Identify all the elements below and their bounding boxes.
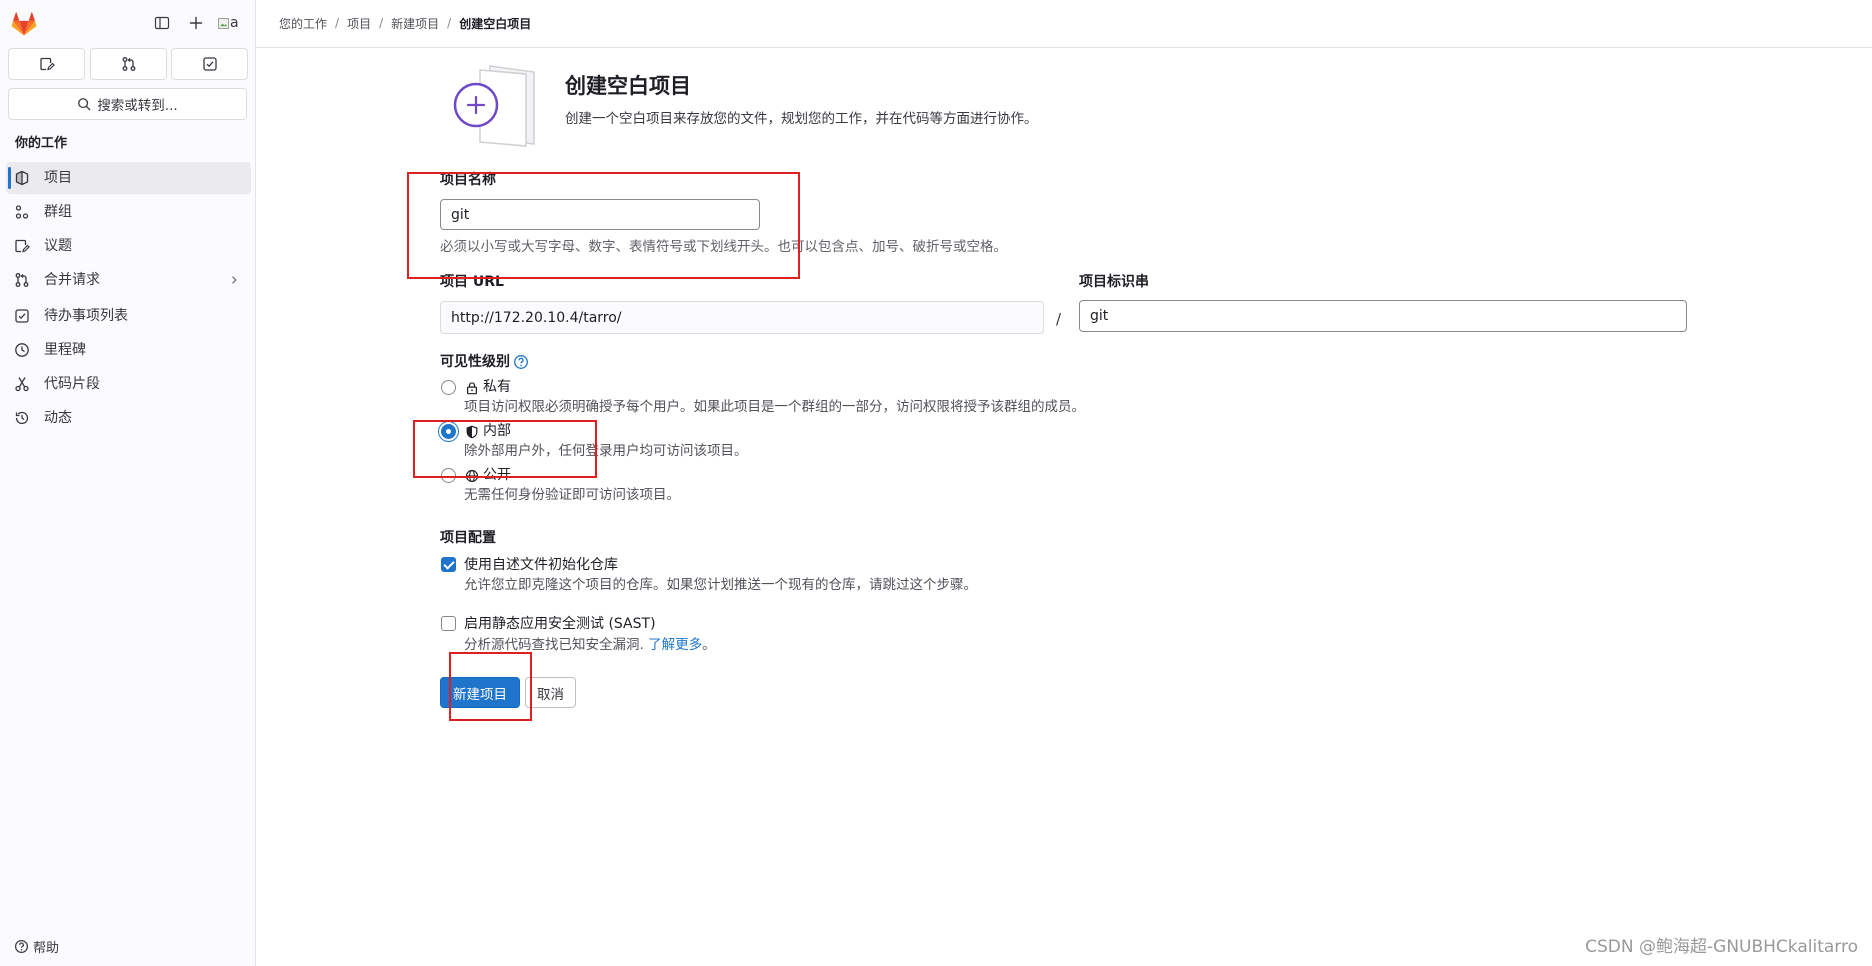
enable-sast-label[interactable]: 启用静态应用安全测试 (SAST) bbox=[464, 615, 656, 634]
visibility-internal-radio[interactable] bbox=[441, 424, 456, 439]
project-url-label: 项目 URL bbox=[440, 274, 504, 290]
globe-icon bbox=[465, 469, 479, 483]
merge-request-icon bbox=[14, 272, 30, 288]
project-slug-label: 项目标识串 bbox=[1079, 274, 1149, 290]
sidebar-item-groups[interactable]: 群组 bbox=[6, 196, 251, 228]
sidebar-item-label: 待办事项列表 bbox=[44, 308, 128, 324]
help-button[interactable]: 帮助 bbox=[14, 936, 59, 956]
chevron-right-icon bbox=[228, 274, 240, 286]
sidebar-item-snippets[interactable]: 代码片段 bbox=[6, 368, 251, 400]
breadcrumb-item[interactable]: 新建项目 bbox=[391, 15, 439, 32]
breadcrumb-separator: / bbox=[447, 16, 452, 30]
project-slug-input[interactable] bbox=[1079, 300, 1687, 332]
breadcrumb-item[interactable]: 项目 bbox=[347, 15, 371, 32]
help-icon[interactable] bbox=[513, 354, 529, 370]
enable-sast-description-suffix: 。 bbox=[702, 637, 716, 653]
create-project-button[interactable]: 新建项目 bbox=[440, 677, 520, 708]
sidebar-item-todos[interactable]: 待办事项列表 bbox=[6, 300, 251, 332]
visibility-label: 可见性级别 bbox=[440, 354, 510, 370]
search-placeholder: 搜索或转到... bbox=[97, 98, 178, 114]
sidebar-item-issues[interactable]: 议题 bbox=[6, 230, 251, 262]
group-icon bbox=[14, 204, 30, 220]
visibility-private-label[interactable]: 私有 bbox=[483, 378, 511, 397]
url-path-separator: / bbox=[1056, 310, 1062, 328]
breadcrumb-separator: / bbox=[335, 16, 340, 30]
cancel-button[interactable]: 取消 bbox=[525, 677, 576, 708]
lock-icon bbox=[465, 381, 479, 395]
project-name-input[interactable] bbox=[440, 199, 760, 230]
breadcrumb-current[interactable]: 创建空白项目 bbox=[459, 15, 531, 32]
page-description: 创建一个空白项目来存放您的文件，规划您的工作，并在代码等方面进行协作。 bbox=[565, 111, 1038, 127]
visibility-public-radio[interactable] bbox=[441, 468, 456, 483]
init-readme-label[interactable]: 使用自述文件初始化仓库 bbox=[464, 556, 618, 575]
sidebar-item-label: 里程碑 bbox=[44, 342, 86, 358]
gitlab-logo-icon[interactable] bbox=[11, 11, 37, 37]
enable-sast-description-text: 分析源代码查找已知安全漏洞. bbox=[464, 637, 644, 653]
sidebar: a 搜索或转到... 你的工作 项目 群组 议题 合并请求 待办事项列表 里程碑… bbox=[0, 0, 256, 966]
sidebar-item-label: 议题 bbox=[44, 238, 72, 254]
sidebar-item-activity[interactable]: 动态 bbox=[6, 402, 251, 434]
learn-more-link[interactable]: 了解更多 bbox=[648, 637, 702, 653]
sidebar-item-label: 项目 bbox=[44, 170, 72, 186]
todo-icon bbox=[14, 308, 30, 324]
milestone-icon bbox=[14, 342, 30, 358]
breadcrumb-separator: / bbox=[379, 16, 384, 30]
help-icon bbox=[14, 939, 29, 954]
project-icon bbox=[14, 170, 30, 186]
avatar-alt-text: a bbox=[230, 15, 239, 31]
merge-requests-shortcut-button[interactable] bbox=[90, 48, 167, 80]
sidebar-toggle-icon[interactable] bbox=[154, 15, 170, 31]
todo-icon bbox=[202, 56, 218, 72]
visibility-public-description: 无需任何身份验证即可访问该项目。 bbox=[464, 487, 680, 503]
visibility-internal-label[interactable]: 内部 bbox=[483, 422, 511, 441]
visibility-public-label[interactable]: 公开 bbox=[483, 466, 511, 485]
visibility-private-radio[interactable] bbox=[441, 380, 456, 395]
issues-icon bbox=[39, 56, 55, 72]
project-name-help: 必须以小写或大写字母、数字、表情符号或下划线开头。也可以包含点、加号、破折号或空… bbox=[440, 239, 1007, 255]
init-readme-description: 允许您立即克隆这个项目的仓库。如果您计划推送一个现有的仓库，请跳过这个步骤。 bbox=[464, 577, 977, 593]
enable-sast-checkbox[interactable] bbox=[441, 616, 456, 631]
top-bar: 您的工作 / 项目 / 新建项目 / 创建空白项目 bbox=[256, 0, 1872, 48]
visibility-private-description: 项目访问权限必须明确授予每个用户。如果此项目是一个群组的一部分，访问权限将授予该… bbox=[464, 399, 1085, 415]
sidebar-item-label: 合并请求 bbox=[44, 272, 100, 288]
avatar[interactable]: a bbox=[218, 12, 244, 34]
sidebar-section-title: 你的工作 bbox=[15, 136, 68, 151]
help-label: 帮助 bbox=[33, 940, 60, 956]
todos-shortcut-button[interactable] bbox=[171, 48, 248, 80]
breadcrumb: 您的工作 / 项目 / 新建项目 / 创建空白项目 bbox=[279, 0, 531, 46]
search-icon bbox=[77, 97, 91, 111]
init-readme-checkbox[interactable] bbox=[441, 557, 456, 572]
project-url-select[interactable] bbox=[440, 301, 1044, 334]
blank-project-illustration-icon bbox=[450, 62, 540, 148]
sidebar-item-label: 代码片段 bbox=[44, 376, 100, 392]
merge-request-icon bbox=[121, 56, 137, 72]
sidebar-item-label: 群组 bbox=[44, 204, 72, 220]
activity-icon bbox=[14, 410, 30, 426]
shield-icon bbox=[465, 425, 479, 439]
sidebar-item-label: 动态 bbox=[44, 410, 72, 426]
issues-shortcut-button[interactable] bbox=[8, 48, 85, 80]
issues-icon bbox=[14, 238, 30, 254]
broken-image-icon bbox=[218, 17, 229, 29]
sidebar-item-merge-requests[interactable]: 合并请求 bbox=[6, 264, 251, 296]
snippet-icon bbox=[14, 376, 30, 392]
project-config-label: 项目配置 bbox=[440, 530, 496, 546]
watermark: CSDN @鲍海超-GNUBHCkalitarro bbox=[1585, 937, 1858, 957]
search-button[interactable]: 搜索或转到... bbox=[8, 88, 247, 120]
page-title: 创建空白项目 bbox=[565, 74, 691, 98]
sidebar-item-milestones[interactable]: 里程碑 bbox=[6, 334, 251, 366]
visibility-internal-description: 除外部用户外，任何登录用户均可访问该项目。 bbox=[464, 443, 748, 459]
sidebar-item-projects[interactable]: 项目 bbox=[6, 162, 251, 194]
project-name-label: 项目名称 bbox=[440, 172, 496, 188]
plus-icon[interactable] bbox=[188, 15, 204, 31]
breadcrumb-item[interactable]: 您的工作 bbox=[279, 15, 327, 32]
enable-sast-description: 分析源代码查找已知安全漏洞. 了解更多。 bbox=[464, 636, 716, 655]
